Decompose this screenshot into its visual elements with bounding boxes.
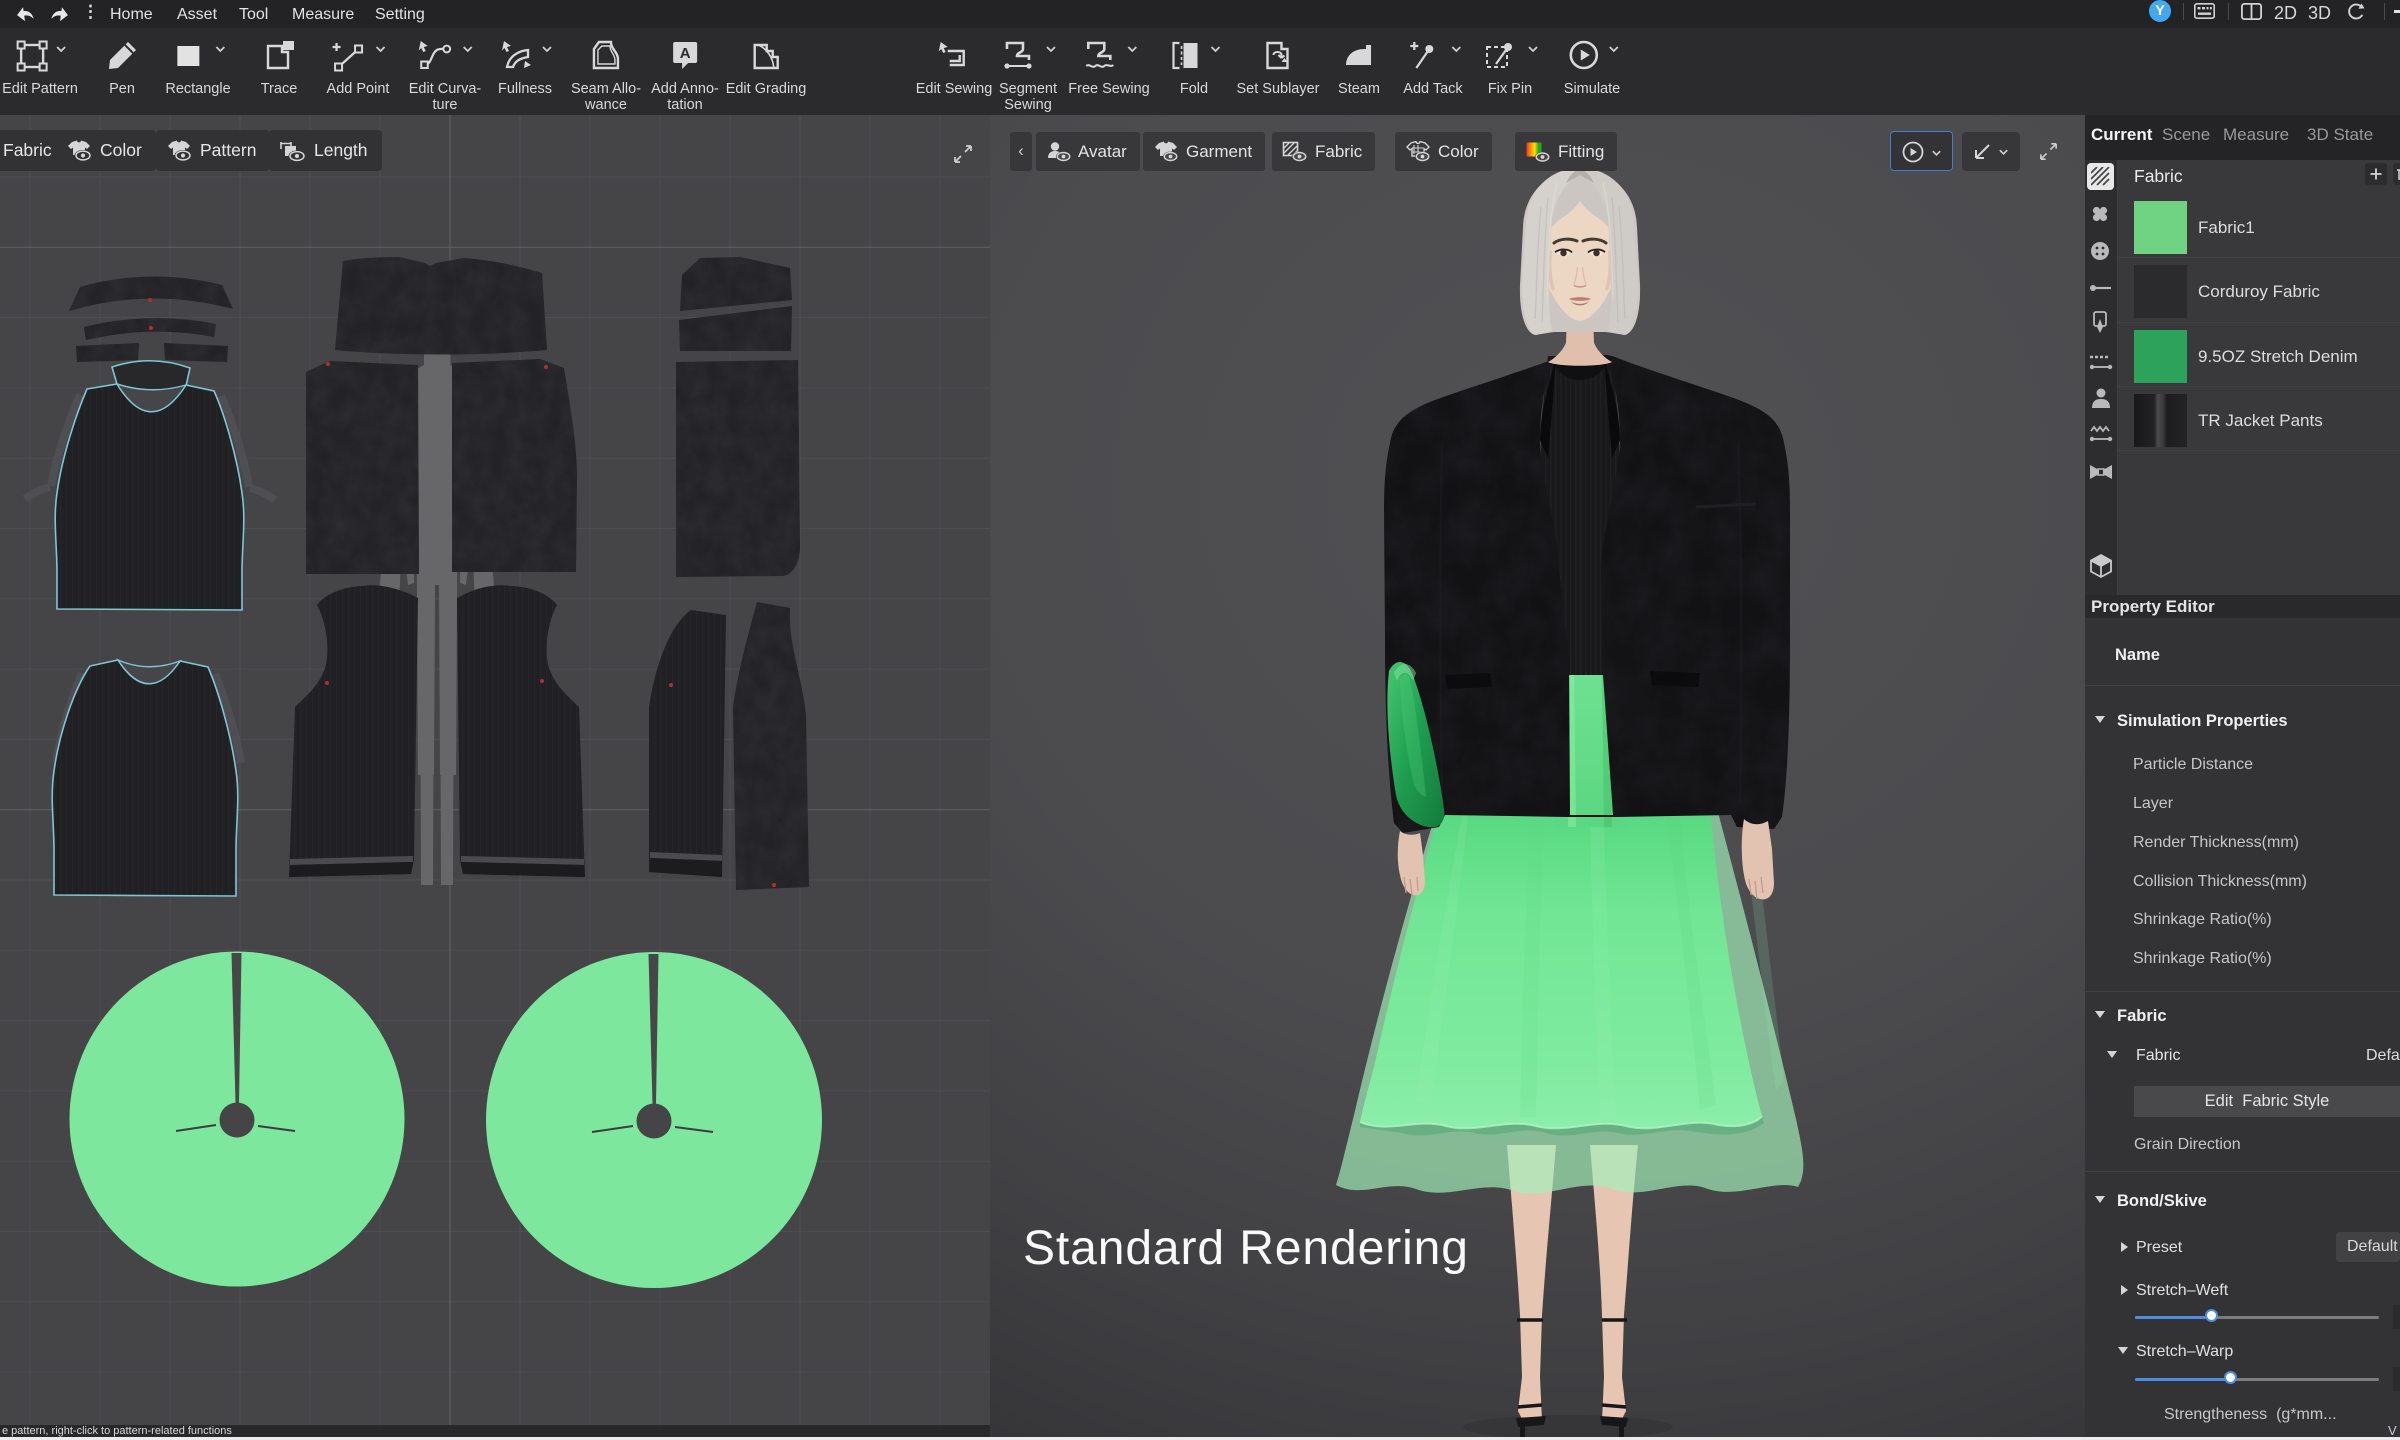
svg-text:A: A xyxy=(680,45,691,62)
